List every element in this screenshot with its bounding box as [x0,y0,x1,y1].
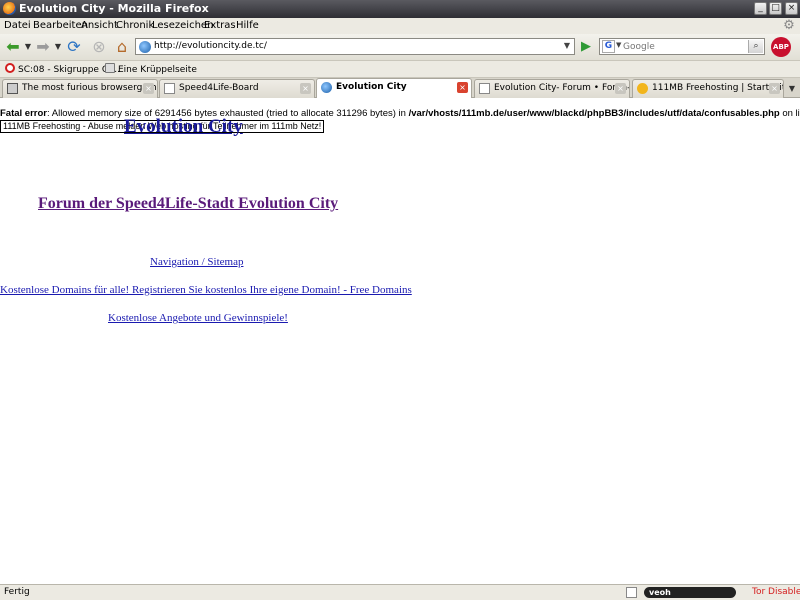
tab-label: The most furious browsergame [22,83,158,93]
tor-status-toggle[interactable]: Tor Disabled [752,587,800,597]
fatal-error-label: Fatal error [0,108,47,119]
globe-favicon-icon [321,82,332,93]
maximize-button[interactable]: □ [769,2,782,15]
search-magnifier-icon[interactable]: ⌕ [748,40,763,53]
tab-label: 111MB Freehosting | Startseite [652,83,784,93]
tab-close-icon[interactable]: × [143,83,154,94]
search-input[interactable] [623,40,743,53]
menu-datei[interactable]: Datei [4,20,31,31]
bookmark-label: Eine Krüppelseite [118,65,197,75]
window-title: Evolution City - Mozilla Firefox [19,2,209,15]
tab-label: Evolution City [336,82,407,92]
tab-111mb-freehosting[interactable]: 111MB Freehosting | Startseite × [632,79,784,98]
menu-chronik[interactable]: Chronik [116,20,154,31]
game-favicon-icon [7,83,18,94]
forum-title-link[interactable]: Forum der Speed4Life-Stadt Evolution Cit… [38,195,338,213]
free-domains-link[interactable]: Kostenlose Domains für alle! Registriere… [0,284,412,296]
tab-label: Speed4Life-Board [179,83,259,93]
veoh-player-widget[interactable]: veoh [644,587,736,598]
bookmark-ring-icon [5,63,15,73]
bookmarks-toolbar: SC:08 - Skigruppe Of... Eine Krüppelseit… [0,61,800,78]
page-icon [479,83,490,94]
menu-ansicht[interactable]: Ansicht [81,20,118,31]
stop-icon[interactable]: ⊗ [89,38,109,56]
back-dropdown-icon[interactable]: ▼ [24,38,32,56]
adblock-plus-icon[interactable]: ABP [771,37,791,57]
navigation-sitemap-link[interactable]: Navigation / Sitemap [150,256,243,268]
menu-extras[interactable]: Extras [204,20,236,31]
forward-arrow-icon[interactable]: ➡ [33,38,53,56]
page-icon [164,83,175,94]
tab-list-dropdown-icon[interactable]: ▼ [786,83,798,95]
bookmark-skigruppe[interactable]: SC:08 - Skigruppe Of... [5,63,120,76]
tab-label: Evolution City- Forum • Foren-Üb... [494,83,629,93]
status-bar: Fertig veoh Tor Disabled [0,584,800,600]
tab-browsergame[interactable]: The most furious browsergame × [2,79,158,98]
tab-close-icon[interactable]: × [457,82,468,93]
page-content: Fatal error: Allowed memory size of 6291… [0,99,800,584]
tab-close-icon[interactable]: × [769,83,780,94]
search-bar[interactable]: G ▼ ⌕ [599,38,765,55]
fatal-error-message: Fatal error: Allowed memory size of 6291… [0,108,800,119]
url-text[interactable]: http://evolutioncity.de.tc/ [154,41,267,51]
smiley-favicon-icon [637,83,648,94]
status-text: Fertig [4,587,30,597]
fatal-error-line-text: on line [782,108,800,119]
tab-evolution-forum[interactable]: Evolution City- Forum • Foren-Üb... × [474,79,630,98]
minimize-button[interactable]: _ [754,2,767,15]
go-arrow-icon[interactable]: ▶ [578,39,594,55]
home-icon[interactable]: ⌂ [112,38,132,56]
page-icon [105,63,115,73]
close-button[interactable]: × [785,2,798,15]
back-arrow-icon[interactable]: ⬅ [3,38,23,56]
url-history-dropdown-icon[interactable]: ▼ [562,41,572,52]
free-offers-link[interactable]: Kostenlose Angebote und Gewinnspiele! [108,312,288,324]
tab-speed4life-board[interactable]: Speed4Life-Board × [159,79,315,98]
tab-close-icon[interactable]: × [300,83,311,94]
url-bar[interactable]: http://evolutioncity.de.tc/ ▼ [135,38,575,55]
fatal-error-path: /var/vhosts/111mb.de/user/www/blackd/php… [408,108,780,119]
site-favicon-icon [139,41,151,53]
tab-strip: The most furious browsergame × Speed4Lif… [0,78,800,98]
site-title-link[interactable]: Evolution City [124,116,243,138]
tab-close-icon[interactable]: × [615,83,626,94]
title-bar: Evolution City - Mozilla Firefox _ □ × [0,0,800,18]
menu-bearbeiten[interactable]: Bearbeiten [33,20,88,31]
menu-bar: Datei Bearbeiten Ansicht Chronik Lesezei… [0,18,800,34]
reload-icon[interactable]: ⟳ [64,38,84,56]
throbber-icon: ⚙ [783,18,795,33]
bookmark-krueppelseite[interactable]: Eine Krüppelseite [105,63,197,76]
page-info-icon[interactable] [626,587,637,598]
engine-dropdown-icon[interactable]: ▼ [616,41,622,49]
forward-dropdown-icon[interactable]: ▼ [54,38,62,56]
google-engine-icon[interactable]: G [602,40,615,53]
tab-evolution-city[interactable]: Evolution City × [316,78,472,98]
menu-hilfe[interactable]: Hilfe [236,20,259,31]
firefox-icon [3,2,16,15]
freehosting-link[interactable]: 111MB Freehosting [3,121,80,131]
hosting-separator: - [82,121,86,131]
